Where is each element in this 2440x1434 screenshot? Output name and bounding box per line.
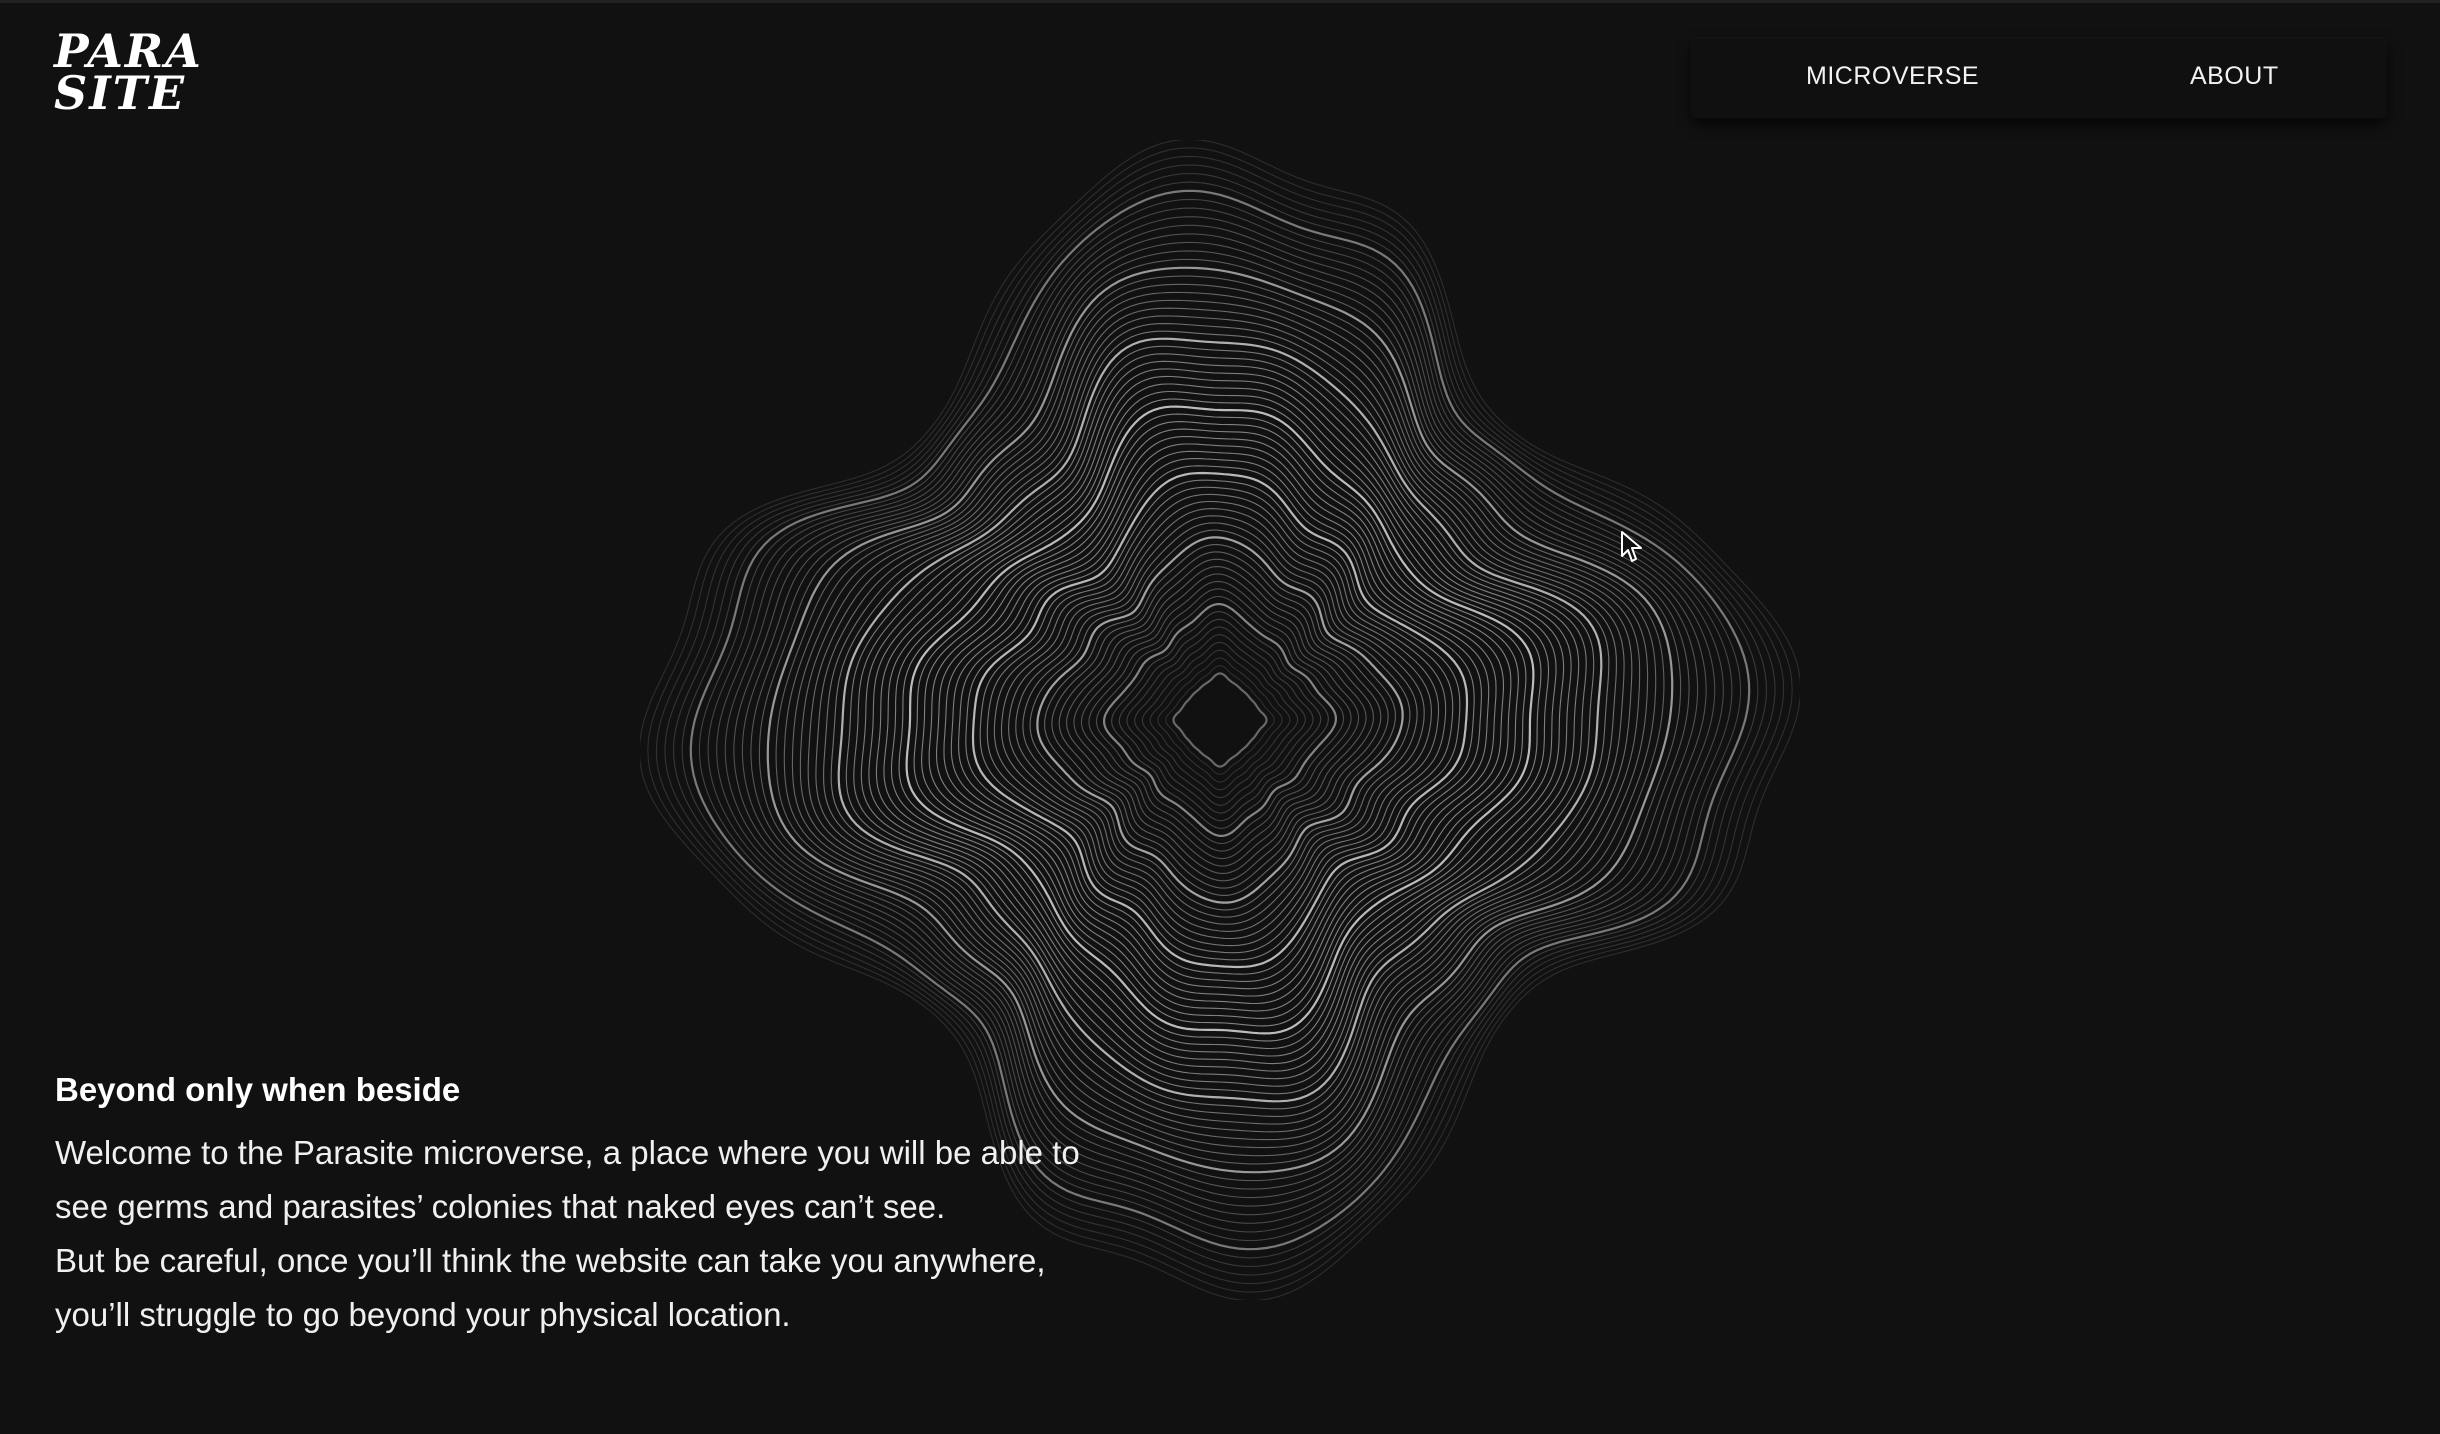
contour-ring bbox=[965, 465, 1475, 975]
hero-line-2: see germs and parasites’ colonies that n… bbox=[55, 1188, 946, 1225]
top-edge-divider bbox=[0, 0, 2440, 3]
mouse-cursor-icon bbox=[1621, 531, 1642, 562]
hero-line-3: But be careful, once you’ll think the we… bbox=[55, 1242, 1046, 1279]
contour-ring bbox=[1029, 529, 1411, 911]
nav-link-microverse[interactable]: MICROVERSE bbox=[1806, 62, 1979, 91]
logo-line-2: SITE bbox=[54, 66, 187, 120]
hero-description: Welcome to the Parasite microverse, a pl… bbox=[55, 1126, 1175, 1342]
contour-ring bbox=[1149, 649, 1291, 791]
contour-ring bbox=[935, 435, 1505, 1005]
contour-ring bbox=[1036, 536, 1404, 904]
contour-ring bbox=[741, 241, 1699, 1199]
contour-ring bbox=[799, 299, 1641, 1141]
contour-ring bbox=[766, 266, 1674, 1174]
contour-ring bbox=[750, 250, 1690, 1190]
contour-ring bbox=[1172, 672, 1268, 768]
hero-headline: Beyond only when beside bbox=[55, 1071, 461, 1108]
hero-line-4: you’ll struggle to go beyond your physic… bbox=[55, 1296, 791, 1333]
contour-ring bbox=[1165, 665, 1275, 775]
contour-ring bbox=[845, 345, 1595, 1095]
nav-link-about[interactable]: ABOUT bbox=[2190, 62, 2279, 91]
contour-ring bbox=[1080, 580, 1360, 860]
contour-ring bbox=[986, 486, 1454, 954]
hero-line-1: Welcome to the Parasite microverse, a pl… bbox=[55, 1134, 1080, 1171]
contour-ring bbox=[1134, 634, 1306, 806]
contour-ring bbox=[1066, 566, 1374, 874]
contour-ring bbox=[1044, 544, 1396, 896]
contour-ring bbox=[1118, 618, 1322, 822]
contour-ring bbox=[1015, 515, 1425, 925]
contour-ring bbox=[1088, 588, 1352, 852]
contour-ring bbox=[758, 258, 1682, 1182]
contour-ring bbox=[860, 360, 1580, 1080]
logo-wordmark: PARA SITE bbox=[54, 28, 203, 120]
contour-ring bbox=[733, 233, 1707, 1207]
contour-ring bbox=[1095, 595, 1345, 845]
contour-ring bbox=[890, 390, 1550, 1050]
contour-ring bbox=[791, 291, 1649, 1149]
contour-ring bbox=[875, 375, 1565, 1065]
contour-ring bbox=[913, 413, 1527, 1027]
contour-ring bbox=[1111, 611, 1329, 829]
parasite-logo[interactable]: PARA SITE bbox=[54, 28, 214, 126]
contour-ring bbox=[1008, 508, 1432, 932]
contour-ring bbox=[783, 283, 1657, 1157]
contour-ring bbox=[815, 315, 1625, 1125]
contour-ring bbox=[1058, 558, 1382, 882]
hero-copy: Beyond only when beside Welcome to the P… bbox=[55, 1064, 1175, 1342]
contour-ring bbox=[823, 323, 1617, 1117]
top-navigation: MICROVERSE ABOUT bbox=[1692, 38, 2386, 118]
contour-ring bbox=[905, 405, 1535, 1035]
contour-ring bbox=[950, 450, 1490, 990]
